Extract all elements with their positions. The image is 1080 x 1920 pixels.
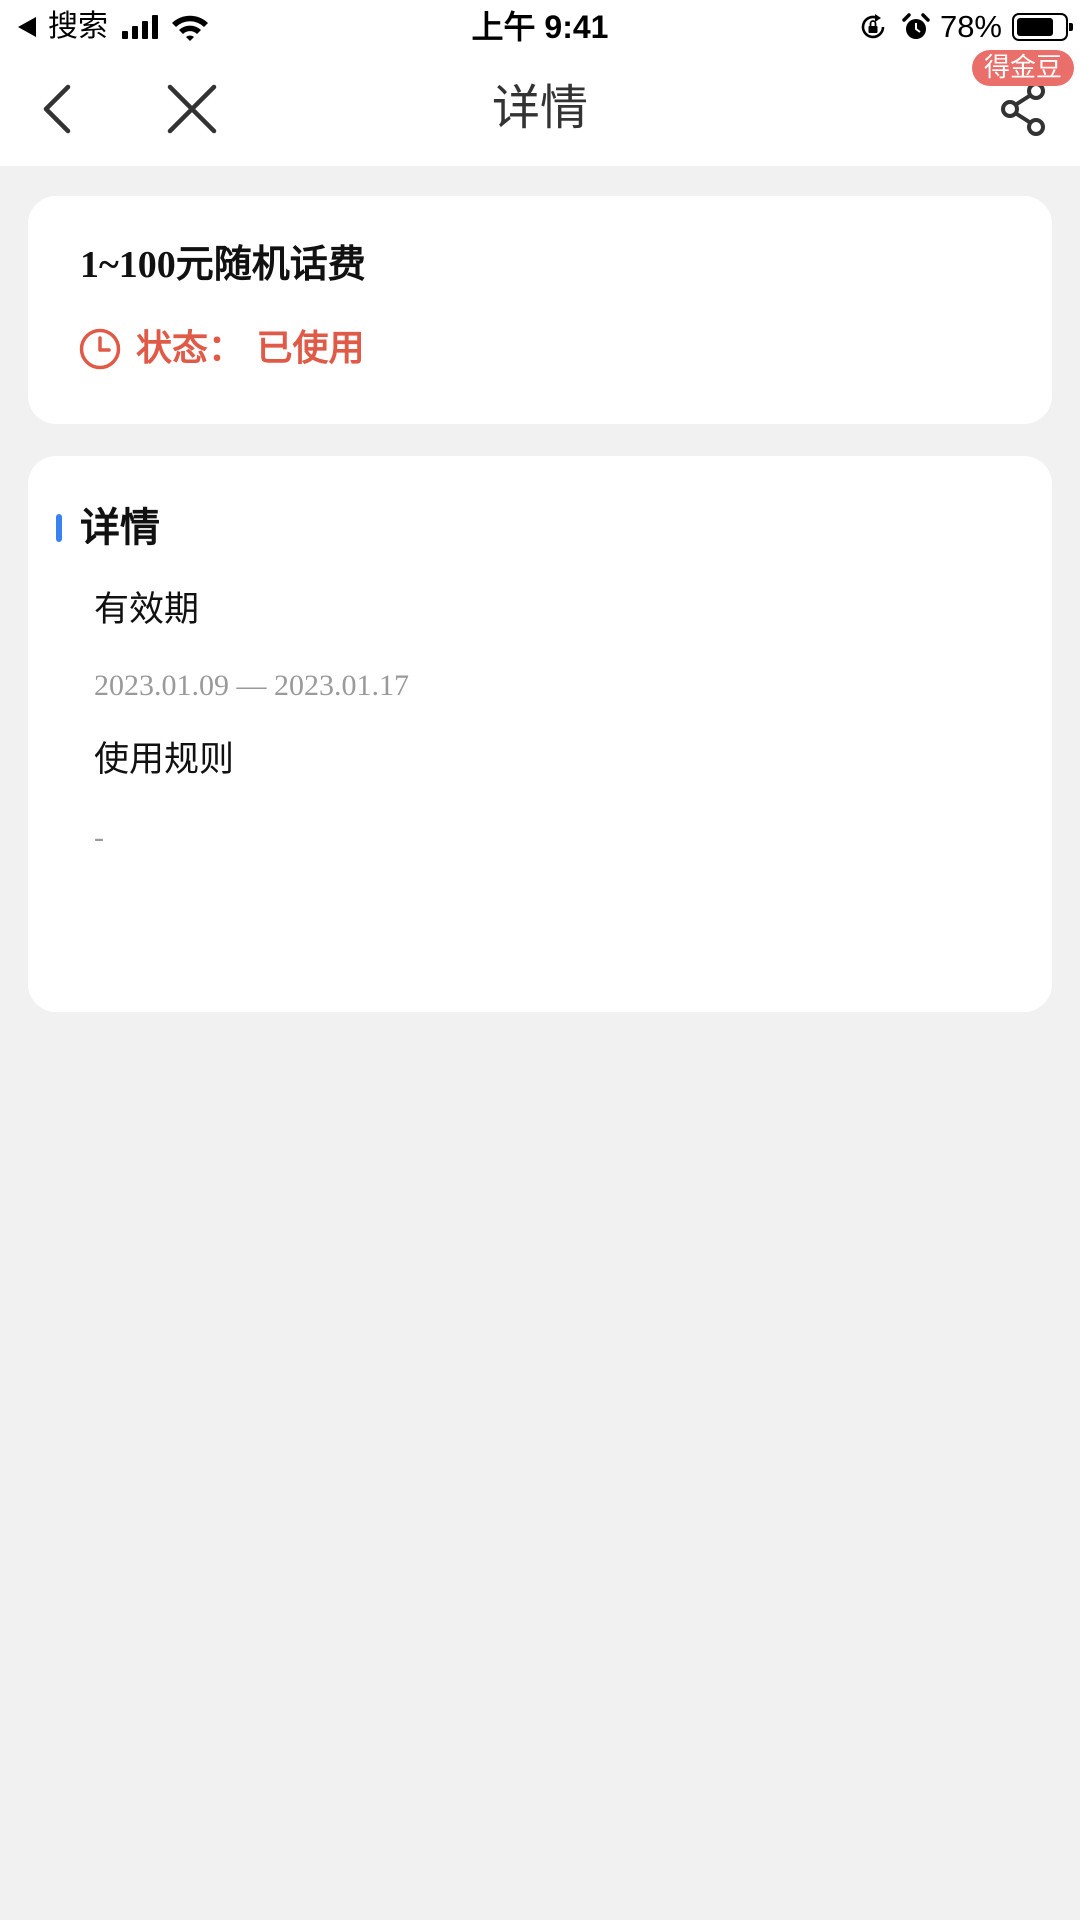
battery-icon — [1012, 13, 1073, 41]
validity-label: 有效期 — [94, 590, 200, 630]
battery-percent: 78% — [939, 9, 1002, 44]
page-title: 详情 — [491, 80, 588, 136]
status-bar: 搜索 上午 9:41 78% — [0, 0, 1080, 52]
battery-level-fill — [1017, 18, 1053, 36]
status-text: 状态： 已使用 — [136, 328, 365, 369]
section-accent-bar — [56, 514, 62, 542]
nav-bar: 详情 得金豆 — [0, 50, 1080, 166]
status-right: 78% — [858, 8, 1073, 46]
share-icon[interactable] — [994, 79, 1054, 139]
rules-label: 使用规则 — [94, 740, 235, 780]
gold-bean-badge[interactable]: 得金豆 — [971, 50, 1074, 86]
section-title: 详情 — [80, 505, 160, 551]
rules-value: - — [94, 821, 104, 854]
alarm-icon — [902, 13, 930, 39]
coupon-status: 状态： 已使用 — [78, 326, 365, 372]
battery-tip — [1069, 23, 1073, 31]
rotation-lock-icon — [861, 14, 885, 39]
validity-value: 2023.01.09 — 2023.01.17 — [94, 669, 409, 702]
coupon-title: 1~100元随机话费 — [80, 244, 366, 286]
coupon-card: 1~100元随机话费 状态： 已使用 — [28, 196, 1052, 424]
details-card: 详情 有效期 2023.01.09 — 2023.01.17 使用规则 - — [28, 456, 1052, 1012]
clock-icon — [79, 328, 121, 370]
